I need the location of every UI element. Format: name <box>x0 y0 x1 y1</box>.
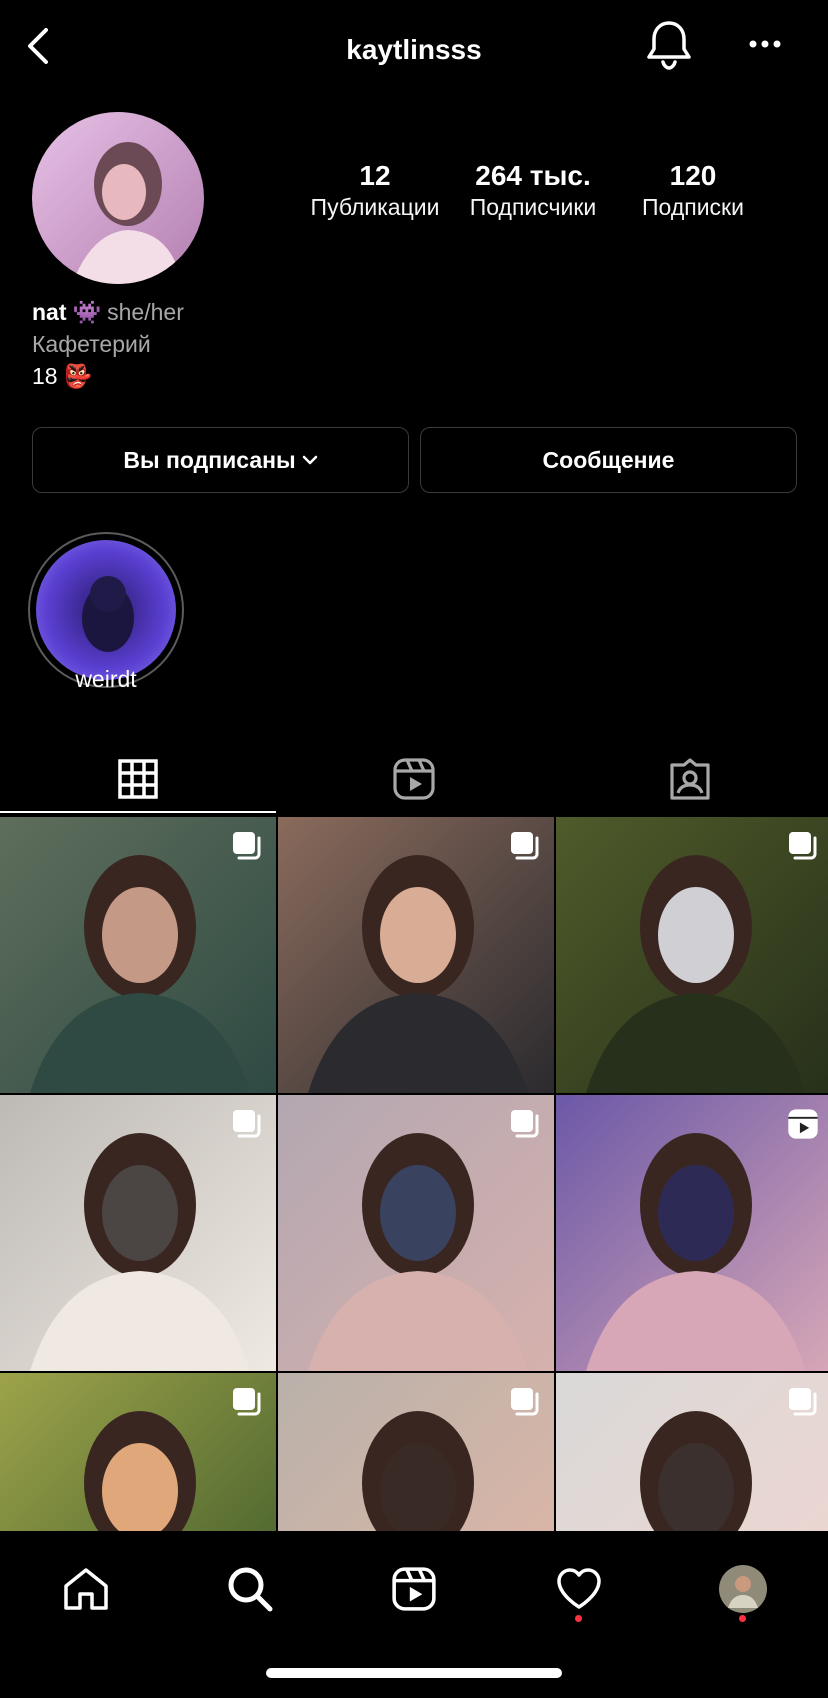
search-icon[interactable] <box>220 1559 280 1619</box>
message-button[interactable]: Сообщение <box>420 427 797 493</box>
posts-count-label: Публикации <box>310 194 440 220</box>
profile-username: kaytlinsss <box>346 34 482 65</box>
active-tab-indicator <box>0 811 276 813</box>
post-thumbnail[interactable] <box>556 817 828 1093</box>
tab-reels[interactable] <box>276 744 552 814</box>
display-name: nat <box>32 299 67 325</box>
home-icon[interactable] <box>56 1559 116 1619</box>
following-button[interactable]: Вы подписаны <box>32 427 409 493</box>
following-count-label: Подписки <box>642 194 744 220</box>
followers-count-label: Подписчики <box>469 194 597 220</box>
post-thumbnail[interactable] <box>278 1095 554 1371</box>
carousel-badge-icon <box>786 829 820 863</box>
carousel-badge-icon <box>508 829 542 863</box>
profile-notification-dot <box>739 1615 746 1622</box>
carousel-badge-icon <box>230 829 264 863</box>
heart-icon[interactable] <box>549 1559 609 1619</box>
post-thumbnail[interactable] <box>278 817 554 1093</box>
chevron-down-icon <box>302 454 318 466</box>
carousel-badge-icon <box>230 1385 264 1419</box>
grid-icon <box>118 759 158 799</box>
carousel-badge-icon <box>508 1385 542 1419</box>
carousel-badge-icon <box>508 1107 542 1141</box>
profile-bio: nat 👾 she/her Кафетерий 18 👺 <box>32 296 184 392</box>
post-thumbnail[interactable] <box>556 1095 828 1371</box>
profile-category: Кафетерий <box>32 331 151 357</box>
bell-icon[interactable] <box>644 18 694 72</box>
following-count[interactable]: 120 Подписки <box>603 160 783 222</box>
tab-tagged[interactable] <box>552 744 828 814</box>
story-highlight-label: weirdt <box>75 666 137 692</box>
carousel-badge-icon <box>786 1385 820 1419</box>
profile-avatar[interactable] <box>32 112 204 284</box>
post-thumbnail[interactable] <box>0 1095 276 1371</box>
more-options-icon[interactable] <box>748 36 782 52</box>
following-count-value: 120 <box>669 160 717 191</box>
reel-badge-icon <box>786 1107 820 1141</box>
reels-nav-icon[interactable] <box>384 1559 444 1619</box>
posts-count: 12 Публикации <box>285 160 465 222</box>
message-button-label: Сообщение <box>542 446 675 473</box>
tab-posts-grid[interactable] <box>0 744 276 814</box>
posts-count-value: 12 <box>359 160 391 191</box>
reels-icon <box>392 757 436 801</box>
post-thumbnail[interactable] <box>0 817 276 1093</box>
pronouns: she/her <box>107 299 184 325</box>
profile-avatar-nav[interactable] <box>713 1559 773 1619</box>
bio-emoji: 👺 <box>63 363 93 389</box>
post-thumbnail[interactable] <box>0 1373 276 1531</box>
followers-count-value: 264 тыс. <box>475 160 591 191</box>
post-thumbnail[interactable] <box>556 1373 828 1531</box>
following-button-label: Вы подписаны <box>123 446 296 473</box>
name-emoji: 👾 <box>72 299 102 325</box>
tagged-icon <box>668 757 712 801</box>
story-highlight-cover[interactable] <box>36 540 176 680</box>
bio-text: 18 <box>32 363 58 389</box>
carousel-badge-icon <box>230 1107 264 1141</box>
posts-grid <box>0 817 828 1531</box>
followers-count[interactable]: 264 тыс. Подписчики <box>443 160 623 222</box>
activity-notification-dot <box>575 1615 582 1622</box>
home-indicator <box>266 1668 562 1678</box>
post-thumbnail[interactable] <box>278 1373 554 1531</box>
